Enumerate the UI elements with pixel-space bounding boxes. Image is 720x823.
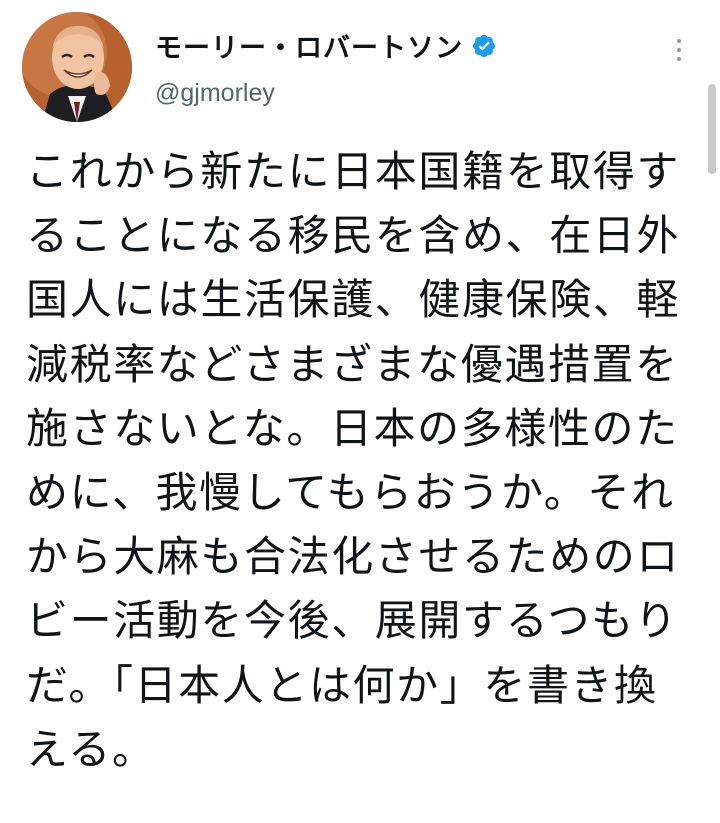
tweet-line: これから新たに日本国籍を取得す bbox=[26, 147, 681, 196]
more-options-icon[interactable] bbox=[664, 30, 694, 70]
tweet-header: モーリー・ロバートソン @gjmorley bbox=[0, 0, 720, 140]
author-name-row: モーリー・ロバートソン bbox=[155, 26, 497, 65]
tweet-line: 施さないとな。日本の多様性のた bbox=[26, 403, 679, 453]
author-avatar[interactable] bbox=[22, 12, 132, 122]
tweet-line: ビー活動を今後、展開するつもり bbox=[26, 596, 679, 646]
more-dot bbox=[677, 48, 681, 52]
author-handle[interactable]: @gjmorley bbox=[155, 79, 275, 108]
author-display-name[interactable]: モーリー・ロバートソン bbox=[155, 26, 463, 65]
tweet-line: だ。「日本人とは何か」を書き換 bbox=[26, 660, 658, 710]
tweet-line: える。 bbox=[26, 724, 156, 774]
tweet-line: ることになる移民を含め、在日外 bbox=[26, 211, 681, 261]
tweet-line: 減税率などさまざまな優遇措置を bbox=[26, 339, 679, 389]
verified-badge-icon bbox=[471, 33, 497, 59]
tweet-line: 国人には生活保護、健康保険、軽 bbox=[26, 275, 681, 325]
tweet-line: から大麻も合法化させるためのロ bbox=[26, 532, 681, 582]
more-dot bbox=[677, 39, 681, 43]
tweet-line: めに、我慢してもらおうか。それ bbox=[26, 468, 675, 518]
more-dot bbox=[677, 57, 681, 61]
avatar-photo bbox=[22, 12, 132, 122]
scrollbar-thumb[interactable] bbox=[708, 84, 716, 174]
tweet-body: これから新たに日本国籍を取得す ることになる移民を含め、在日外 国人には生活保護、健… bbox=[26, 140, 690, 782]
